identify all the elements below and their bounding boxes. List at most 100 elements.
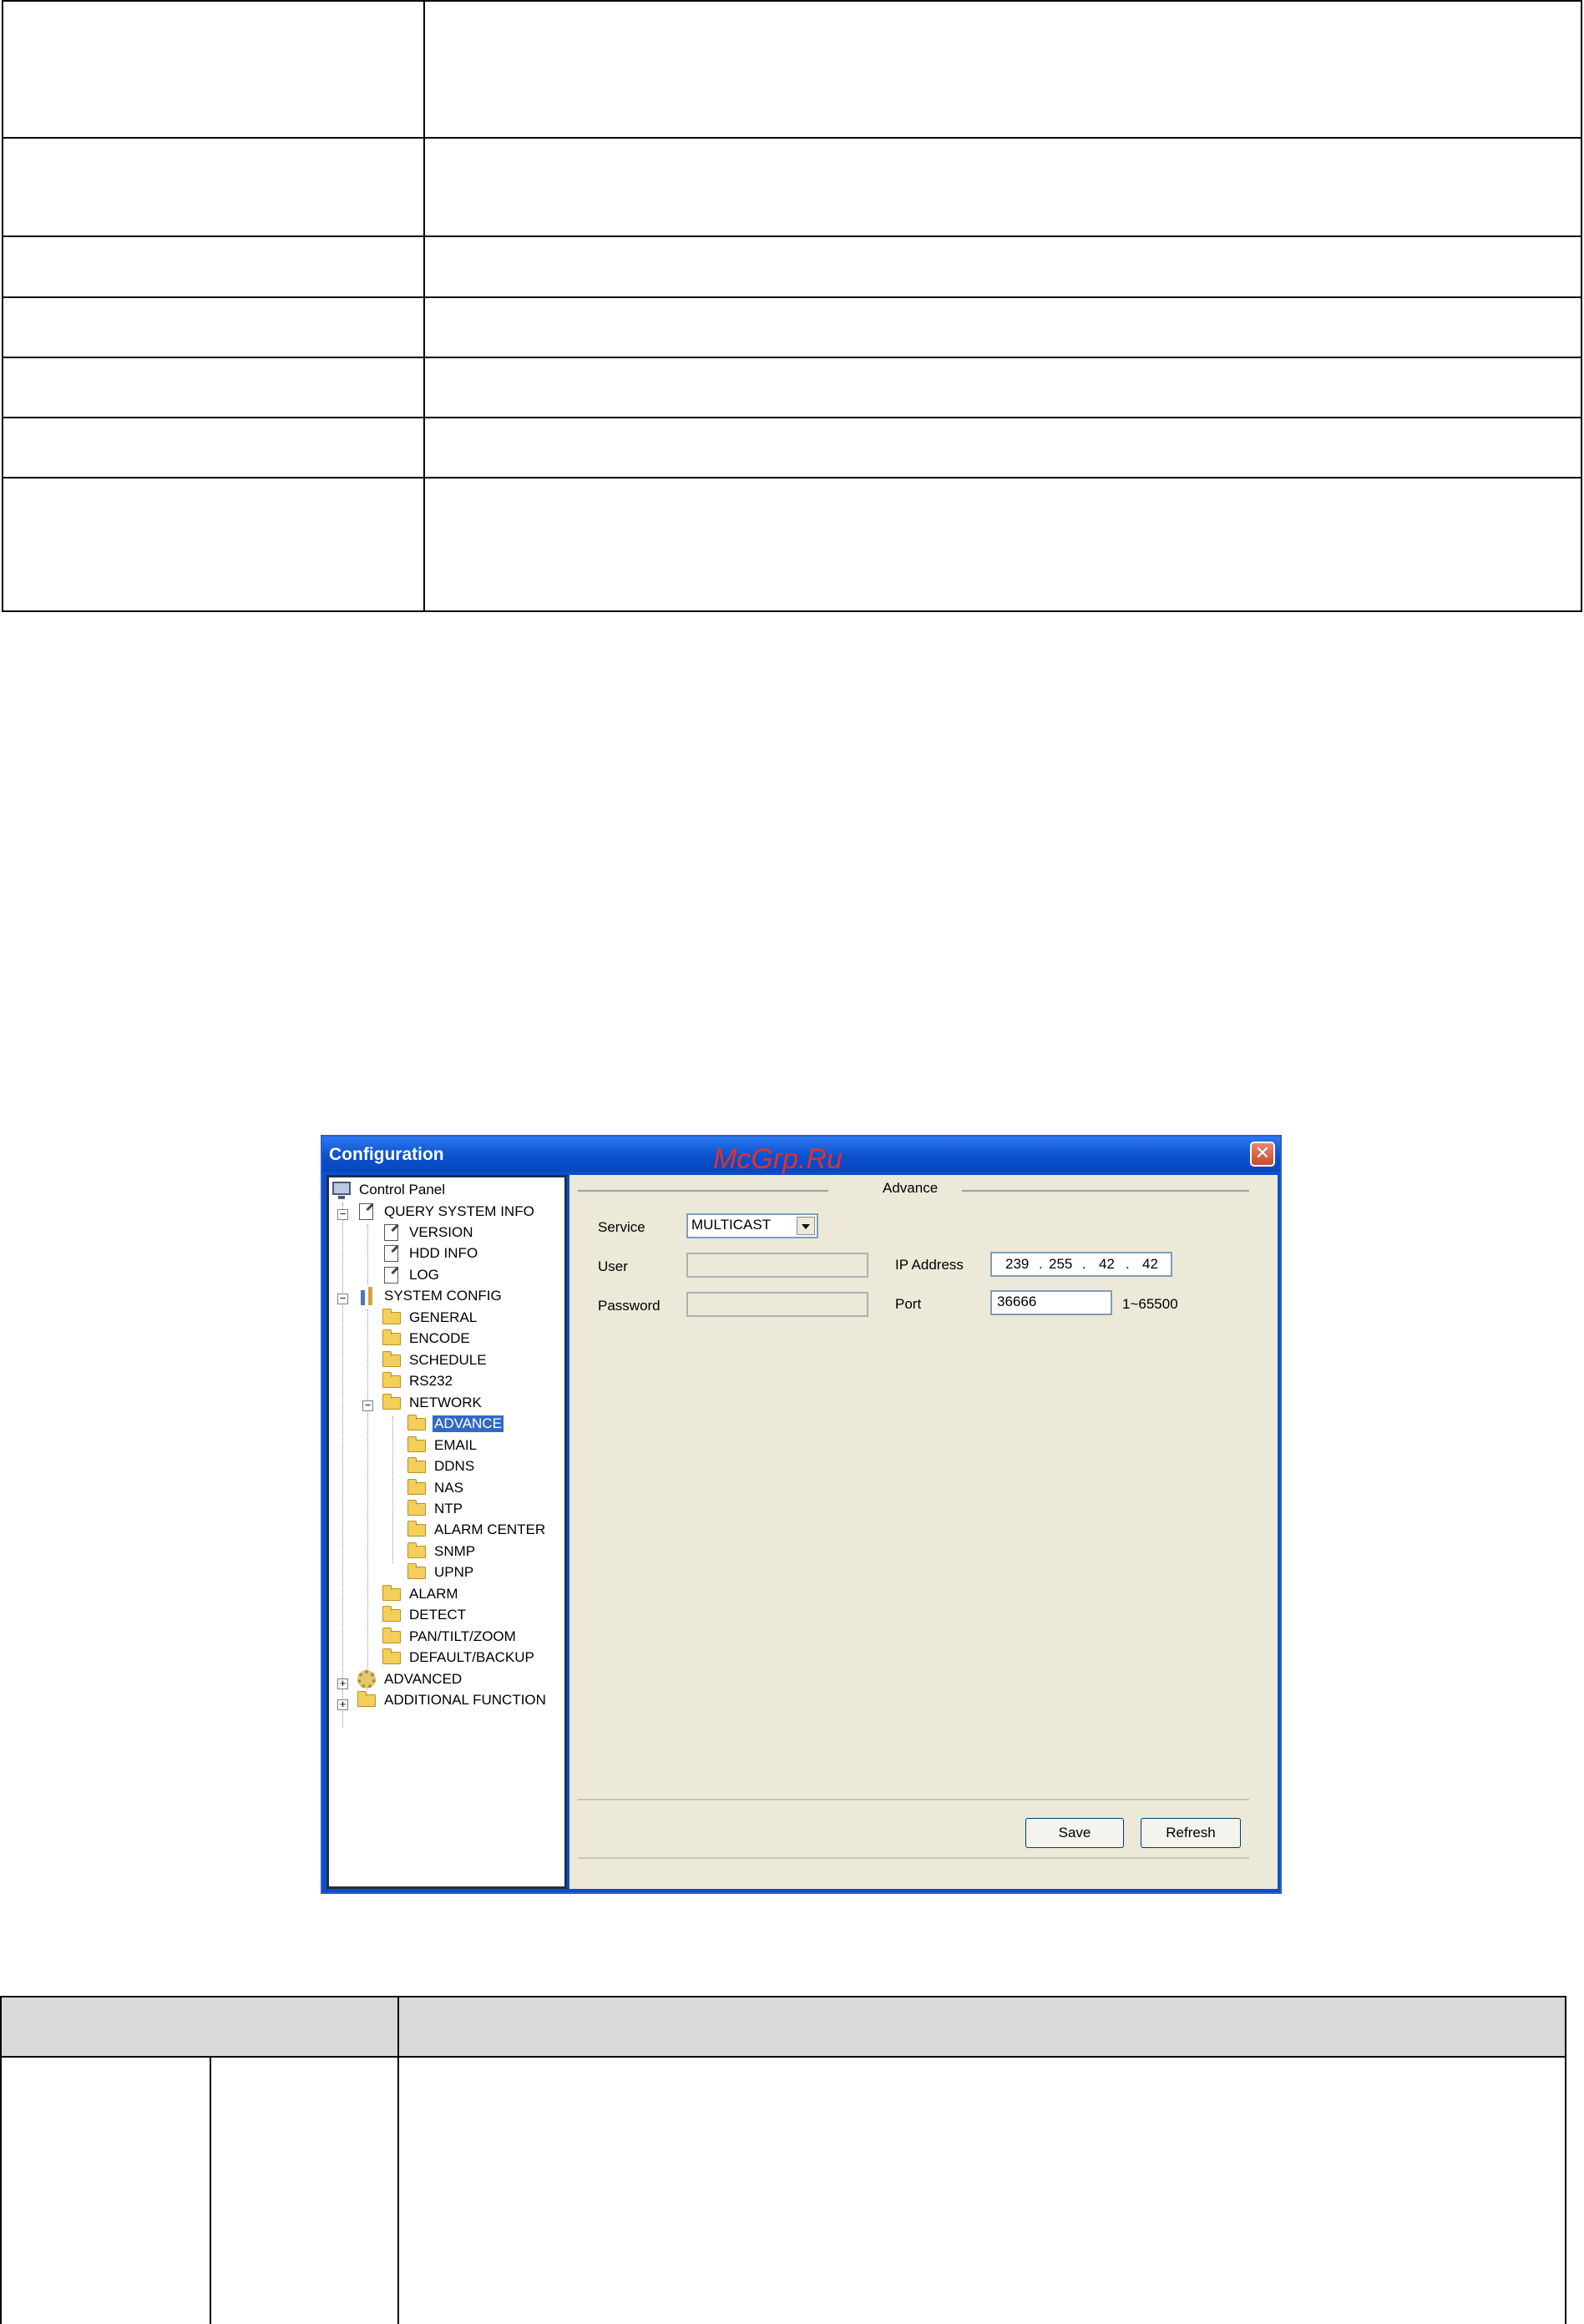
tree-item-label: NETWORK — [409, 1395, 482, 1410]
ip-octet: 42 — [1142, 1256, 1158, 1272]
ip-octet: 255 — [1049, 1256, 1073, 1272]
group-title: Advance — [883, 1180, 939, 1196]
tree-expander-query-system-info[interactable]: − — [337, 1208, 348, 1220]
tree-item-label: QUERY SYSTEM INFO — [384, 1203, 534, 1219]
ip-octet: 239 — [1005, 1256, 1030, 1272]
document-icon — [384, 1224, 398, 1241]
folder-icon — [382, 1648, 401, 1664]
save-button[interactable]: Save — [1025, 1818, 1124, 1848]
tree-item-label: DETECT — [409, 1607, 466, 1623]
watermark: McGrp.Ru — [713, 1143, 843, 1175]
folder-icon — [407, 1563, 426, 1579]
configuration-window: Configuration McGrp.Ru ✕ − − − + + Contr… — [321, 1135, 1282, 1894]
tree-expander-network[interactable]: − — [362, 1400, 373, 1411]
close-icon: ✕ — [1254, 1142, 1271, 1163]
tools-icon — [359, 1287, 376, 1305]
bottom-table-column-divider — [210, 2058, 211, 2324]
tree-item-label: LOG — [409, 1267, 439, 1283]
folder-icon — [382, 1329, 401, 1345]
tree-item-label: EMAIL — [434, 1437, 478, 1453]
tree-item-label: DEFAULT/BACKUP — [409, 1649, 534, 1665]
folder-icon — [382, 1309, 401, 1324]
bottom-table-header-row — [2, 1997, 1565, 2058]
tree-expander-system-config[interactable]: − — [337, 1293, 348, 1304]
tree-item-label: ALARM CENTER — [434, 1521, 546, 1537]
folder-icon — [382, 1606, 401, 1622]
window-title: Configuration — [329, 1145, 444, 1164]
top-table-row-divider — [3, 296, 1581, 298]
document-icon — [359, 1203, 373, 1220]
document-icon — [384, 1245, 398, 1262]
folder-icon — [407, 1436, 426, 1452]
tree-item-label: GENERAL — [409, 1309, 478, 1325]
folder-icon — [407, 1457, 426, 1473]
tree-item-label: SCHEDULE — [409, 1352, 487, 1368]
top-table-row-divider — [3, 417, 1581, 418]
tree-expander-advanced[interactable]: + — [337, 1678, 348, 1689]
tree-expander-additional-function[interactable]: + — [337, 1699, 348, 1710]
separator — [578, 1799, 1249, 1800]
port-input[interactable]: 36666 — [990, 1290, 1112, 1315]
top-table-row-divider — [3, 477, 1581, 478]
tree-item-label: DDNS — [434, 1458, 475, 1474]
port-label: Port — [895, 1296, 922, 1312]
open-folder-icon — [407, 1415, 426, 1430]
ip-dot: . — [1082, 1256, 1086, 1272]
tree-item-label: ENCODE — [409, 1330, 470, 1346]
tree-connector — [367, 1309, 368, 1690]
title-bar[interactable]: Configuration McGrp.Ru ✕ — [322, 1137, 1280, 1175]
tree-item-label: SNMP — [434, 1543, 476, 1559]
tree-item-label: HDD INFO — [409, 1245, 478, 1261]
tree-connector — [342, 1203, 343, 1727]
tree-item-label: ADVANCE — [433, 1415, 504, 1432]
folder-icon — [407, 1542, 426, 1558]
close-button[interactable]: ✕ — [1250, 1142, 1275, 1167]
navigation-tree: − − − + + Control Panel QUERY SYSTEM INF… — [326, 1175, 567, 1889]
document-icon — [384, 1267, 398, 1284]
ip-dot: . — [1039, 1256, 1043, 1272]
port-range-hint: 1~65500 — [1122, 1296, 1178, 1312]
ip-address-label: IP Address — [895, 1257, 964, 1273]
tree-item-label: NAS — [434, 1480, 463, 1496]
separator — [578, 1857, 1249, 1859]
user-input[interactable] — [686, 1253, 868, 1278]
tree-item-label: ALARM — [409, 1586, 458, 1602]
tree-item-label: PAN/TILT/ZOOM — [409, 1628, 516, 1644]
top-table-row-divider — [3, 235, 1581, 237]
folder-icon — [382, 1585, 401, 1601]
top-table-row-divider — [3, 137, 1581, 139]
bottom-table — [0, 1996, 1566, 2324]
top-table — [2, 0, 1582, 612]
folder-icon — [407, 1500, 426, 1516]
top-table-row-divider — [3, 357, 1581, 358]
monitor-icon — [332, 1182, 351, 1199]
refresh-button[interactable]: Refresh — [1141, 1818, 1241, 1848]
ip-address-input[interactable]: 239 . 255 . 42 . 42 — [990, 1252, 1172, 1277]
folder-icon — [357, 1691, 376, 1707]
group-box-border — [578, 1190, 828, 1192]
folder-icon — [382, 1351, 401, 1367]
gears-icon — [357, 1670, 376, 1689]
tree-item-label: UPNP — [434, 1564, 474, 1580]
tree-item-label: NTP — [434, 1501, 463, 1516]
tree-item-label: Control Panel — [359, 1182, 446, 1197]
folder-icon — [407, 1479, 426, 1495]
tree-connector — [367, 1224, 368, 1284]
group-box-border — [962, 1190, 1249, 1192]
advance-settings-panel: Advance Service MULTICAST User Password … — [569, 1175, 1278, 1889]
password-input[interactable] — [686, 1292, 868, 1317]
chevron-down-icon[interactable] — [797, 1217, 815, 1235]
service-label: Service — [598, 1219, 645, 1235]
tree-item-label: ADDITIONAL FUNCTION — [384, 1692, 546, 1708]
ip-dot: . — [1126, 1256, 1130, 1272]
service-select[interactable]: MULTICAST — [686, 1213, 818, 1238]
user-label: User — [598, 1258, 628, 1274]
bottom-table-column-divider — [397, 1997, 399, 2324]
folder-icon — [382, 1372, 401, 1388]
tree-item-label: SYSTEM CONFIG — [384, 1288, 502, 1304]
folder-icon — [407, 1521, 426, 1537]
tree-item-label: RS232 — [409, 1373, 453, 1389]
tree-item-label: VERSION — [409, 1224, 473, 1240]
top-table-column-divider — [423, 2, 425, 610]
folder-icon — [382, 1394, 401, 1410]
